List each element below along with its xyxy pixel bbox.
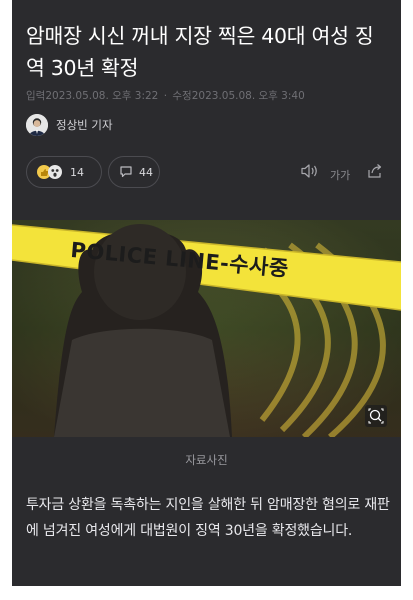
zoom-button[interactable] xyxy=(365,405,387,427)
font-size-label: 가가 xyxy=(330,169,351,182)
share-button[interactable] xyxy=(366,163,384,183)
article-dates: 입력2023.05.08. 오후 3:22 · 수정2023.05.08. 오후… xyxy=(26,88,305,103)
modified-label: 수정 xyxy=(172,90,192,102)
share-icon xyxy=(366,162,384,184)
article-body: 투자금 상환을 독촉하는 지인을 살해한 뒤 암매장한 혐의로 재판에 넘겨진 … xyxy=(26,497,390,539)
speech-bubble-icon xyxy=(119,164,133,181)
article-view: 암매장 시신 꺼내 지장 찍은 40대 여성 징역 30년 확정 입력2023.… xyxy=(12,0,401,586)
published-label: 입력 xyxy=(26,90,46,102)
comment-count: 44 xyxy=(139,165,153,179)
photo-caption: 자료사진 xyxy=(185,453,228,467)
surprised-emoji-icon xyxy=(48,165,62,179)
article-title: 암매장 시신 꺼내 지장 찍은 40대 여성 징역 30년 확정 xyxy=(26,24,374,80)
comment-button[interactable]: 44 xyxy=(108,156,160,188)
published-time: 2023.05.08. 오후 3:22 xyxy=(45,90,159,102)
reaction-count: 14 xyxy=(70,165,84,179)
font-size-button[interactable]: 가가 xyxy=(330,165,350,185)
modified-time: 2023.05.08. 오후 3:40 xyxy=(191,90,305,102)
speaker-icon xyxy=(300,163,320,183)
listen-button[interactable] xyxy=(300,163,320,183)
zoom-icon xyxy=(365,405,387,427)
date-separator: · xyxy=(163,90,168,102)
reaction-button[interactable]: 14 xyxy=(26,156,102,188)
author-name: 정상빈 기자 xyxy=(56,118,113,132)
author-avatar xyxy=(26,114,48,136)
author-byline[interactable]: 정상빈 기자 xyxy=(26,114,113,136)
